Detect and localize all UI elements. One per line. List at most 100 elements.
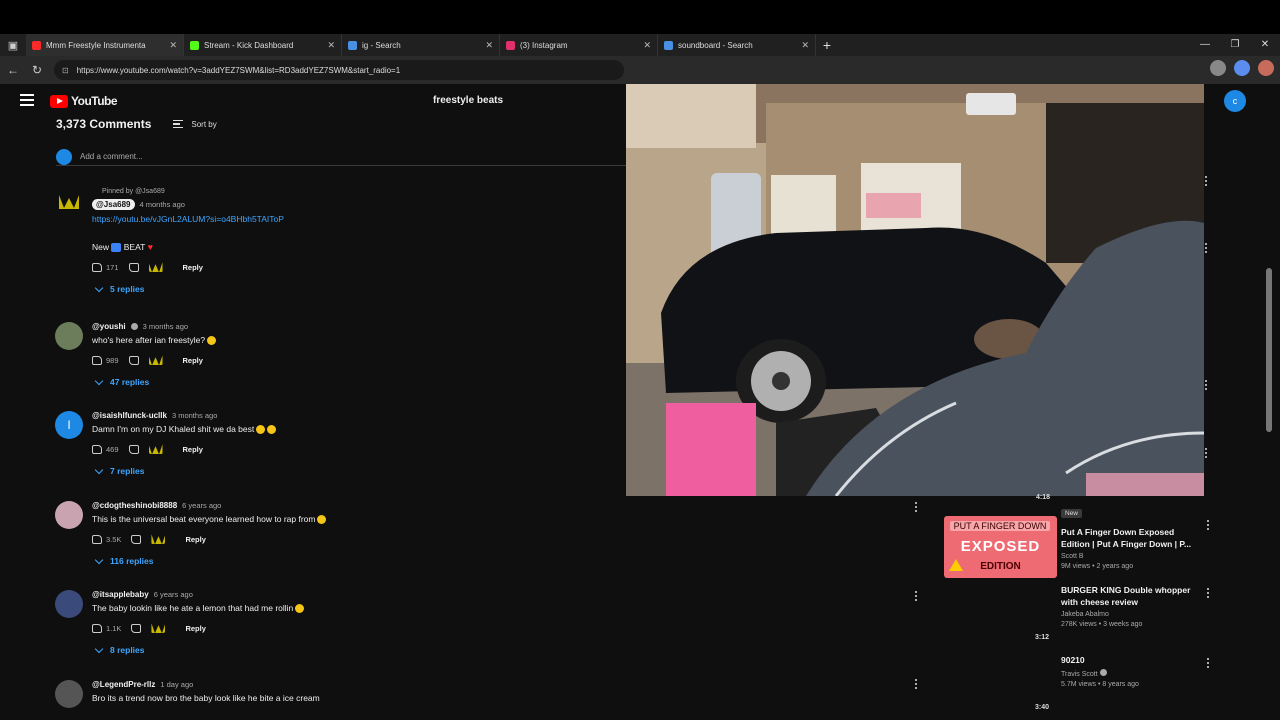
avatar[interactable]: [55, 590, 83, 618]
channel-name[interactable]: Travis Scott: [1061, 669, 1201, 678]
channel-name[interactable]: Jakeba Abalmo: [1061, 611, 1201, 618]
comment-menu-icon[interactable]: [1204, 176, 1208, 188]
reply-button[interactable]: Reply: [183, 445, 203, 454]
comment-time[interactable]: 3 months ago: [172, 411, 217, 420]
thumbs-down-icon[interactable]: [128, 262, 139, 272]
reply-button[interactable]: Reply: [183, 263, 203, 272]
youtube-logo[interactable]: YouTube: [50, 94, 118, 108]
comment-link[interactable]: https://youtu.be/vJGnL2ALUM?si=o4BHbh5TA…: [92, 214, 612, 224]
new-tab-button[interactable]: +: [816, 37, 838, 53]
video-menu-icon[interactable]: [1206, 588, 1210, 600]
comment-author[interactable]: @cdogtheshinobi8888: [92, 501, 177, 510]
avatar[interactable]: [55, 680, 83, 708]
minimize-icon[interactable]: —: [1190, 34, 1220, 56]
thumbnail-text: PUT A FINGER DOWN: [950, 521, 1050, 531]
like-button[interactable]: 171: [92, 262, 119, 272]
comment-author[interactable]: @youshi: [92, 322, 126, 331]
thumbs-down-icon[interactable]: [128, 444, 139, 454]
profile-avatar-icon[interactable]: [1258, 60, 1274, 76]
menu-icon[interactable]: [20, 94, 34, 106]
comment-text: The baby lookin like he ate a lemon that…: [92, 603, 612, 614]
view-replies-button[interactable]: 7 replies: [94, 465, 612, 477]
comment-author[interactable]: @Jsa689: [92, 199, 135, 210]
comment-author[interactable]: @isaishlfunck-ucllk: [92, 411, 167, 420]
add-comment-row[interactable]: Add a comment...: [56, 148, 626, 166]
url-text: https://www.youtube.com/watch?v=3addYEZ7…: [76, 65, 401, 75]
comment-text: New BEAT ♥: [92, 242, 612, 253]
video-title[interactable]: BURGER KING Double whopper with cheese r…: [1061, 584, 1201, 608]
close-icon[interactable]: ✕: [643, 40, 651, 51]
scrollbar-thumb[interactable]: [1266, 268, 1272, 432]
extension-icon[interactable]: [1210, 60, 1226, 76]
comment-text-part: Damn I'm on my DJ Khaled shit we da best: [92, 424, 255, 434]
reply-button[interactable]: Reply: [183, 356, 203, 365]
restore-icon[interactable]: ❐: [1220, 34, 1250, 56]
video-menu-icon[interactable]: [1206, 658, 1210, 670]
reply-button[interactable]: Reply: [185, 624, 205, 633]
comment-time[interactable]: 6 years ago: [154, 590, 193, 599]
comment-time[interactable]: 4 months ago: [140, 200, 185, 209]
avatar[interactable]: [55, 501, 83, 529]
window-menu-icon[interactable]: ▣: [0, 34, 26, 56]
view-replies-button[interactable]: 47 replies: [94, 376, 612, 387]
avatar[interactable]: [55, 188, 83, 216]
like-button[interactable]: 469: [92, 444, 119, 454]
video-title[interactable]: Put A Finger Down Exposed Edition | Put …: [1061, 526, 1201, 550]
search-input[interactable]: freestyle beats: [423, 89, 628, 113]
add-comment-input[interactable]: Add a comment...: [80, 152, 143, 161]
tab-soundboard-search[interactable]: soundboard - Search ✕: [658, 34, 816, 56]
extension-icon[interactable]: [1234, 60, 1250, 76]
channel-name[interactable]: Scott B: [1061, 553, 1201, 560]
thumbs-up-icon: [92, 444, 102, 454]
like-button[interactable]: 3.5K: [92, 534, 121, 544]
tab-instagram[interactable]: (3) Instagram ✕: [500, 34, 658, 56]
comment-time[interactable]: 1 day ago: [160, 680, 193, 689]
comment-time[interactable]: 6 years ago: [182, 501, 221, 510]
tab-ig-search[interactable]: ig - Search ✕: [342, 34, 500, 56]
comment-menu-icon[interactable]: [1204, 243, 1208, 255]
comment-text-part: New: [92, 242, 110, 252]
avatar[interactable]: [55, 322, 83, 350]
tab-kick[interactable]: Stream - Kick Dashboard ✕: [184, 34, 342, 56]
url-field[interactable]: ⊡ https://www.youtube.com/watch?v=3addYE…: [54, 60, 624, 80]
replies-count: 7 replies: [110, 466, 145, 477]
close-icon[interactable]: ✕: [801, 40, 809, 51]
view-replies-button[interactable]: 8 replies: [94, 644, 612, 655]
comment-menu-icon[interactable]: [914, 502, 918, 514]
account-avatar[interactable]: c: [1224, 90, 1246, 112]
video-menu-icon[interactable]: [1206, 520, 1210, 532]
view-replies-button[interactable]: 116 replies: [94, 555, 612, 566]
new-emoji-icon: [111, 243, 122, 253]
comment-menu-icon[interactable]: [914, 591, 918, 603]
close-icon[interactable]: ✕: [327, 40, 335, 51]
comment-author[interactable]: @LegendPre-rllz: [92, 680, 155, 689]
like-button[interactable]: 989: [92, 355, 119, 365]
video-title[interactable]: 90210: [1061, 654, 1201, 666]
site-info-icon[interactable]: ⊡: [62, 66, 69, 75]
tab-youtube[interactable]: Mmm Freestyle Instrumenta ✕: [26, 34, 184, 56]
window-close-icon[interactable]: ✕: [1250, 34, 1280, 56]
thumbs-up-icon: [92, 355, 102, 365]
comment-menu-icon[interactable]: [914, 679, 918, 691]
close-icon[interactable]: ✕: [485, 40, 493, 51]
comment-author[interactable]: @itsapplebaby: [92, 590, 149, 599]
video-thumbnail[interactable]: PUT A FINGER DOWN EXPOSED EDITION: [944, 516, 1057, 578]
reload-icon[interactable]: ↻: [30, 63, 44, 77]
tab-title: Mmm Freestyle Instrumenta: [46, 40, 146, 50]
close-icon[interactable]: ✕: [169, 40, 177, 51]
back-arrow-icon[interactable]: ←: [6, 63, 20, 77]
comment-menu-icon[interactable]: [1204, 380, 1208, 392]
view-replies-button[interactable]: 5 replies: [94, 283, 612, 294]
sort-by-button[interactable]: Sort by: [173, 120, 217, 129]
webcam-scene-image: [626, 84, 1204, 496]
chevron-down-icon: [94, 376, 104, 385]
comment-menu-icon[interactable]: [1204, 448, 1208, 460]
comment-time[interactable]: 3 months ago: [143, 322, 188, 331]
reply-button[interactable]: Reply: [185, 535, 205, 544]
thumbs-down-icon[interactable]: [131, 534, 142, 544]
thumbs-down-icon[interactable]: [131, 623, 142, 633]
search-favicon-icon: [348, 40, 357, 50]
thumbs-down-icon[interactable]: [128, 355, 139, 365]
avatar[interactable]: I: [55, 411, 83, 439]
like-button[interactable]: 1.1K: [92, 623, 121, 633]
